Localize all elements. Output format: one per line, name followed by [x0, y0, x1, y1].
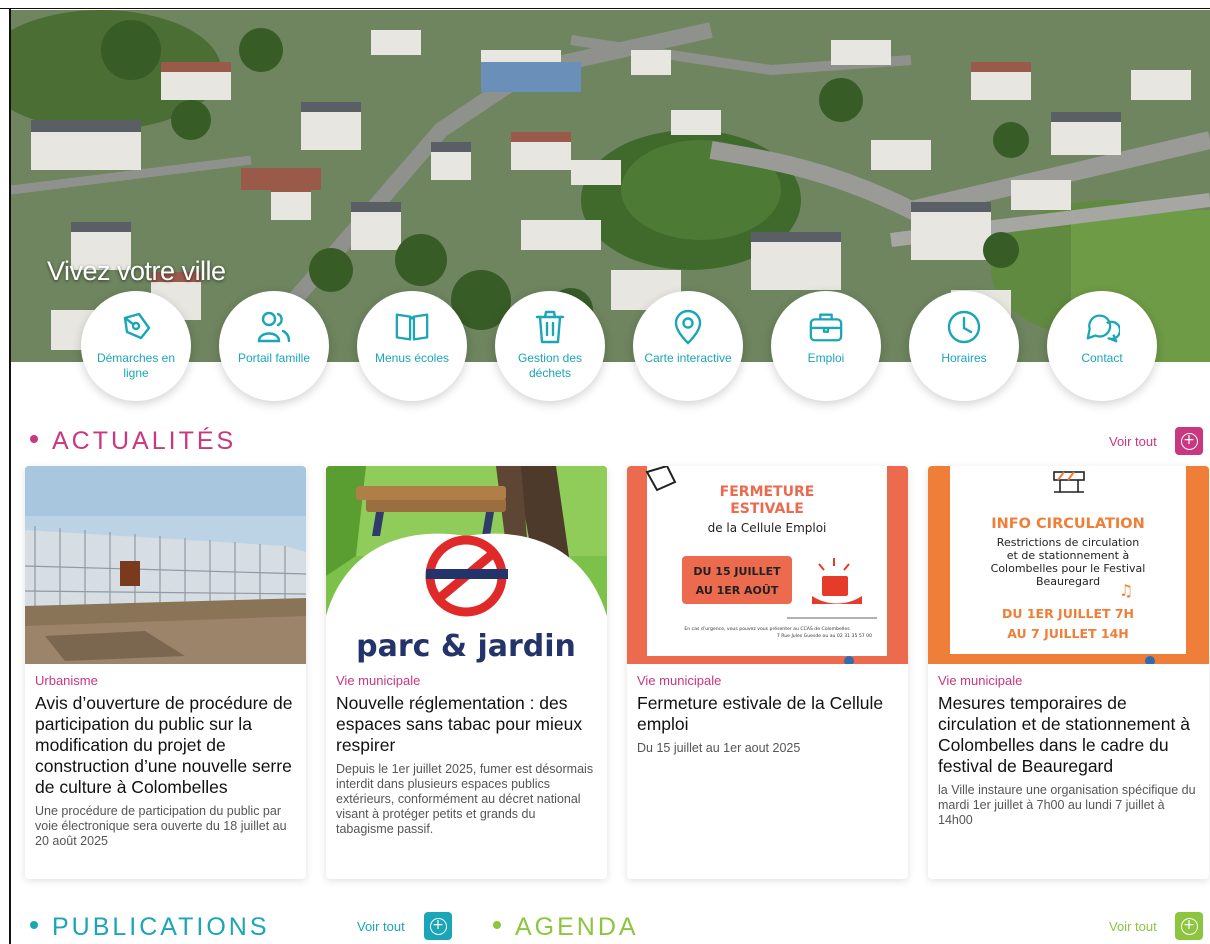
news-title[interactable]: Avis d’ouverture de procédure de partici… [35, 693, 296, 798]
news-section-title: ACTUALITÉS [30, 427, 236, 456]
news-see-all-link[interactable]: Voir tout [1109, 434, 1157, 449]
music-note-icon: ♫ [1119, 581, 1133, 600]
poster-text: Restrictions de circulation [997, 536, 1139, 549]
plus-icon: + [429, 917, 447, 935]
poster-text: En cas d’urgence, vous pouvez vous prése… [684, 625, 850, 632]
quick-link-dechets[interactable]: Gestion des déchets [495, 291, 605, 401]
pen-nib-icon [118, 309, 154, 345]
parc-jardin-illustration: parc & jardin [326, 466, 607, 664]
quick-link-label: Menus écoles [374, 351, 450, 365]
fermeture-estivale-poster: FERMETURE ESTIVALE de la Cellule Emploi … [627, 466, 908, 664]
news-title[interactable]: Mesures temporaires de circulation et de… [938, 693, 1199, 777]
hero-banner: Vivez votre ville [11, 10, 1210, 362]
quick-link-portail-famille[interactable]: Portail famille [219, 291, 329, 401]
agenda-see-all-button[interactable]: + [1175, 912, 1203, 940]
publications-see-all-link[interactable]: Voir tout [357, 919, 405, 934]
users-icon [256, 309, 292, 345]
map-pin-icon [670, 309, 706, 345]
poster-text: Beauregard [1036, 575, 1100, 588]
book-icon [394, 309, 430, 345]
poster-text: FERMETURE [720, 484, 815, 500]
news-see-all-button[interactable]: + [1175, 427, 1203, 455]
info-circulation-poster: INFO CIRCULATION Restrictions de circula… [928, 466, 1209, 664]
news-description: Une procédure de participation du public… [35, 804, 287, 848]
poster-text: INFO CIRCULATION [991, 516, 1145, 532]
aerial-town-photo [11, 10, 1210, 362]
news-category: Urbanisme [35, 673, 98, 688]
section-title-text: PUBLICATIONS [52, 913, 270, 941]
agenda-section-title: AGENDA [493, 913, 639, 942]
quick-link-label: Contact [1081, 351, 1123, 365]
quick-link-contact[interactable]: Contact [1047, 291, 1157, 401]
poster-text: et de stationnement à [1007, 549, 1129, 562]
publications-see-all-button[interactable]: + [424, 912, 452, 940]
quick-link-demarches[interactable]: Démarches en ligne [81, 291, 191, 401]
publications-section-title: PUBLICATIONS [30, 913, 270, 942]
poster-text: ESTIVALE [730, 501, 804, 517]
hero-title: Vivez votre ville [47, 256, 226, 286]
section-dot [493, 921, 501, 930]
plus-icon: + [1180, 432, 1198, 450]
news-card[interactable]: Urbanisme Avis d’ouverture de procédure … [25, 466, 306, 879]
clock-icon [946, 309, 982, 345]
trash-icon [532, 309, 568, 345]
section-title-text: AGENDA [515, 913, 639, 941]
poster-text: de la Cellule Emploi [708, 521, 827, 535]
quick-link-label: Démarches en ligne [96, 351, 176, 380]
news-card[interactable]: parc & jardin Vie municipale Nouvelle ré… [326, 466, 607, 879]
news-description: Du 15 juillet au 1er aout 2025 [637, 741, 801, 755]
greenhouse-photo [25, 466, 306, 664]
quick-link-horaires[interactable]: Horaires [909, 291, 1019, 401]
news-category: Vie municipale [637, 673, 722, 688]
quick-link-label: Portail famille [237, 351, 311, 365]
poster-text: DU 15 JUILLET [693, 565, 781, 578]
parc-jardin-text: parc & jardin [356, 629, 576, 664]
news-title[interactable]: Fermeture estivale de la Cellule emploi [637, 693, 898, 735]
window-top-edge [0, 0, 1210, 9]
section-dot [30, 435, 38, 444]
quick-link-menus-ecoles[interactable]: Menus écoles [357, 291, 467, 401]
quick-link-emploi[interactable]: Emploi [771, 291, 881, 401]
section-title-text: ACTUALITÉS [52, 427, 237, 455]
news-description: Depuis le 1er juillet 2025, fumer est dé… [336, 762, 594, 836]
poster-text: 7 Rue Jules Guesde ou au 02 31 35 57 00 [777, 633, 872, 639]
poster-text: Colombelles pour le Festival [991, 562, 1146, 575]
news-title[interactable]: Nouvelle réglementation : des espaces sa… [336, 693, 597, 756]
poster-text: AU 1ER AOÛT [696, 584, 779, 597]
quick-link-label: Emploi [807, 351, 845, 365]
briefcase-icon [808, 309, 844, 345]
news-category: Vie municipale [938, 673, 1023, 688]
news-category: Vie municipale [336, 673, 421, 688]
quick-link-label: Horaires [941, 351, 987, 365]
chat-bubbles-icon [1084, 309, 1120, 345]
news-description: la Ville instaure une organisation spéci… [938, 783, 1196, 827]
quick-link-label: Carte interactive [644, 351, 732, 365]
poster-text: AU 7 JUILLET 14H [1007, 626, 1129, 641]
section-dot [30, 921, 38, 930]
poster-text: DU 1ER JUILLET 7H [1002, 606, 1134, 621]
quick-link-label: Gestion des déchets [517, 351, 583, 380]
plus-icon: + [1180, 917, 1198, 935]
news-card[interactable]: INFO CIRCULATION Restrictions de circula… [928, 466, 1209, 879]
agenda-see-all-link[interactable]: Voir tout [1109, 919, 1157, 934]
news-card[interactable]: FERMETURE ESTIVALE de la Cellule Emploi … [627, 466, 908, 879]
quick-link-carte[interactable]: Carte interactive [633, 291, 743, 401]
